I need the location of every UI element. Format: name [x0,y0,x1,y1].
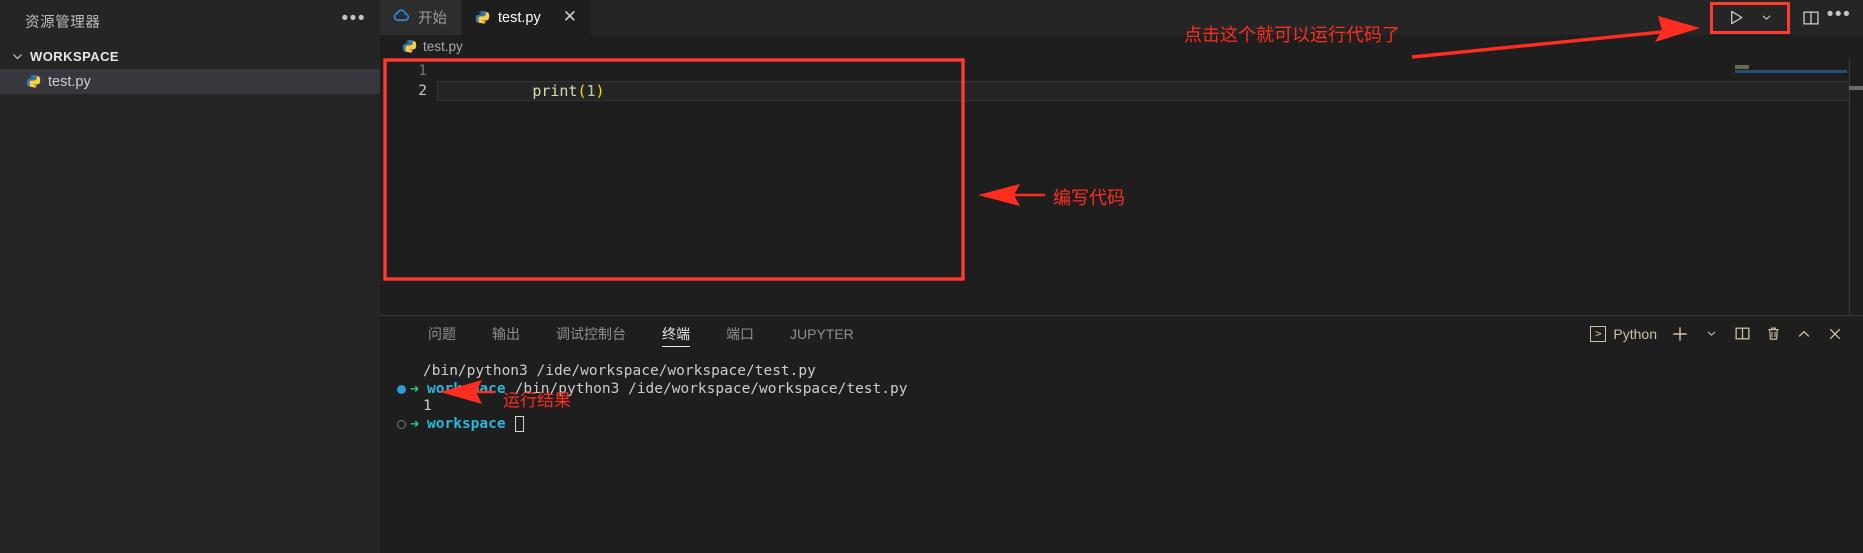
panel-tab-label: 问题 [428,325,456,342]
chevron-down-icon [8,47,26,65]
tab-debug-console[interactable]: 调试控制台 [544,316,638,351]
tab-test-py[interactable]: test.py ✕ [462,0,592,35]
panel-tab-label: JUPYTER [790,325,854,342]
tab-problems[interactable]: 问题 [416,316,468,351]
tab-ports[interactable]: 端口 [714,316,766,351]
workspace-label: WORKSPACE [30,48,120,64]
terminal-chevron-icon: > [1590,325,1607,342]
editor-scrollbar[interactable] [1849,58,1863,315]
terminal-user: workspace [427,415,506,432]
tab-jupyter[interactable]: JUPYTER [778,316,866,351]
panel-tab-label: 输出 [492,325,520,342]
tab-label: 开始 [418,11,447,27]
chevron-down-icon[interactable] [1697,320,1725,348]
line-number-gutter: 1 2 [380,58,437,315]
code-token: ) [595,82,605,100]
explorer-sidebar: 资源管理器 ••• WORKSPACE test.py [0,0,380,553]
terminal-line: 1 [388,398,1863,416]
terminal-line: ➜ workspace /bin/python3 /ide/workspace/… [388,379,1863,399]
sidebar-file-test-py[interactable]: test.py [0,69,380,94]
arrow-right-icon: ➜ [410,414,420,433]
terminal-marker [397,367,406,376]
chevron-down-icon[interactable] [1752,4,1780,32]
sidebar-file-label: test.py [48,73,91,90]
split-editor-icon[interactable] [1797,4,1825,32]
python-file-icon [475,10,490,25]
tab-start[interactable]: 开始 [380,0,462,35]
terminal-line-prompt[interactable]: ➜ workspace [388,414,1863,434]
vscode-window: 资源管理器 ••• WORKSPACE test.py 开始 test.py ✕… [0,0,1863,553]
code-line-2[interactable] [437,81,1863,101]
trash-icon[interactable] [1759,320,1787,348]
terminal-marker-pending [397,419,406,429]
play-triangle-icon[interactable] [1722,4,1750,32]
terminal-line: /bin/python3 /ide/workspace/workspace/te… [388,363,1863,381]
workspace-folder-row[interactable]: WORKSPACE [0,43,380,69]
breadcrumb-label: test.py [423,39,463,54]
code-content[interactable]: print(1) [437,58,1863,315]
run-button-group[interactable] [1710,1,1790,34]
explorer-title: 资源管理器 [25,15,101,31]
terminal-user: workspace [427,380,506,397]
panel-tab-label: 端口 [726,325,754,342]
terminal-kind-label: Python [1613,325,1657,342]
tab-output[interactable]: 输出 [480,316,532,351]
editor-tabbar: 开始 test.py ✕ ••• [380,0,1863,35]
ellipsis-icon[interactable]: ••• [342,9,366,30]
cloud-icon [393,7,410,29]
panel-tab-label: 调试控制台 [556,325,626,342]
panel-actions: > Python [1590,316,1863,351]
line-number: 1 [418,63,427,79]
code-token: 1 [586,82,596,100]
explorer-header: 资源管理器 ••• [0,0,380,43]
editor-area: 开始 test.py ✕ ••• test.py 1 2 print(1) 问题… [380,0,1863,553]
code-token: ( [577,82,587,100]
tab-label: test.py [498,9,541,26]
panel-tablist: 问题 输出 调试控制台 终端 端口 JUPYTER > Python [380,316,1863,351]
plus-icon[interactable] [1666,320,1694,348]
split-terminal-icon[interactable] [1728,320,1756,348]
code-token: print [532,82,578,100]
close-icon[interactable] [1821,320,1849,348]
python-file-icon [26,74,41,89]
line-number: 2 [418,83,427,99]
python-file-icon [402,39,417,54]
code-editor[interactable]: 1 2 print(1) [380,58,1863,315]
terminal-text: /bin/python3 /ide/workspace/workspace/te… [423,363,816,379]
terminal-kind-badge[interactable]: > Python [1590,325,1657,342]
terminal-result-text: 1 [423,398,432,414]
bottom-panel: 问题 输出 调试控制台 终端 端口 JUPYTER > Python /bin/… [380,315,1863,553]
code-line-1[interactable]: print(1) [437,61,1863,100]
terminal-marker [397,402,406,411]
editor-actions: ••• [1710,0,1863,35]
tab-terminal[interactable]: 终端 [650,316,702,351]
arrow-right-icon: ➜ [410,379,420,398]
chevron-up-icon[interactable] [1790,320,1818,348]
scrollbar-thumb[interactable] [1849,86,1863,90]
breadcrumb[interactable]: test.py [380,35,1863,58]
terminal-marker-success [397,384,406,394]
close-icon[interactable]: ✕ [563,9,577,26]
ellipsis-icon[interactable]: ••• [1825,4,1853,32]
terminal-text: /bin/python3 /ide/workspace/workspace/te… [514,380,908,397]
panel-tab-label: 终端 [662,325,690,342]
terminal-output[interactable]: /bin/python3 /ide/workspace/workspace/te… [380,351,1863,553]
terminal-cursor [514,416,524,433]
